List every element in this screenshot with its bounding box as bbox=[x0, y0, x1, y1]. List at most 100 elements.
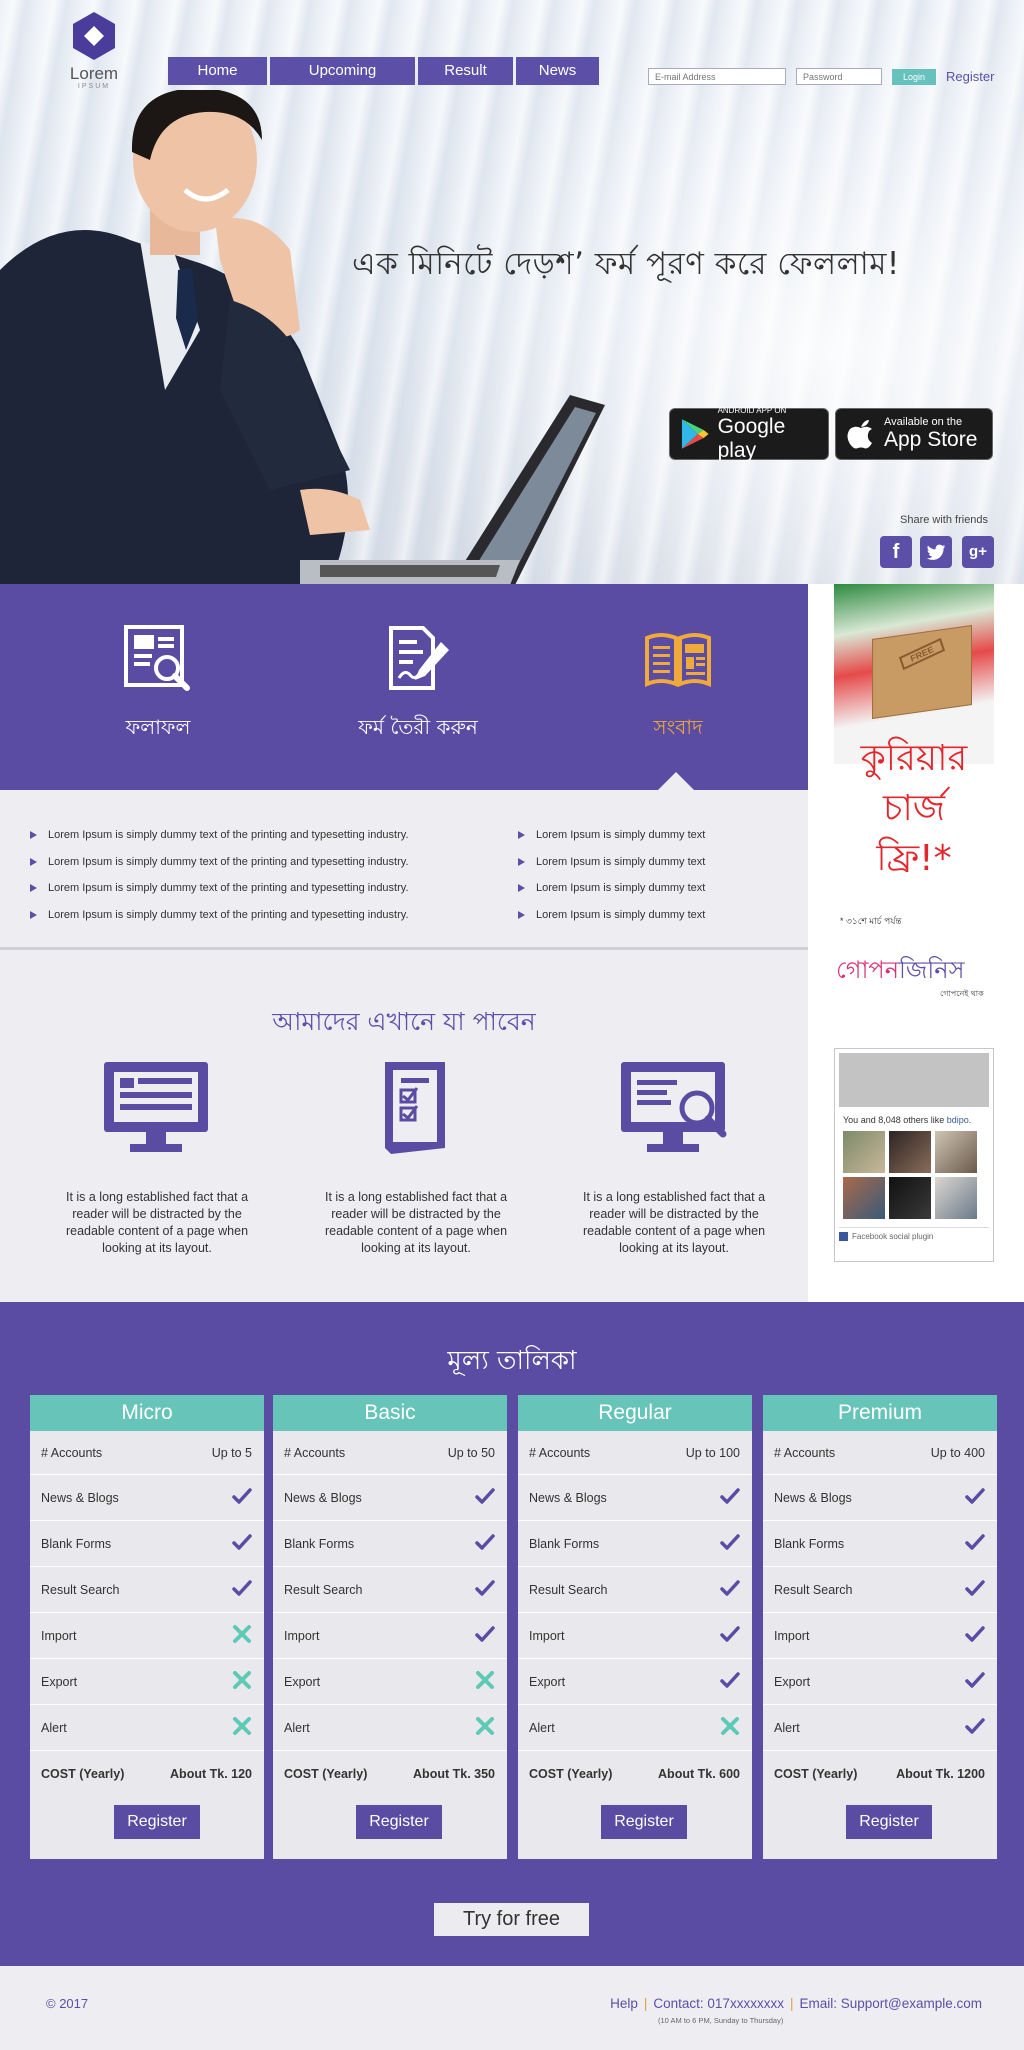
news-item[interactable]: Lorem Ipsum is simply dummy text bbox=[518, 822, 705, 849]
news-item[interactable]: Lorem Ipsum is simply dummy text bbox=[518, 849, 705, 876]
result-search-icon bbox=[124, 625, 190, 691]
bullet-triangle-icon bbox=[518, 884, 525, 893]
fan-avatar[interactable] bbox=[843, 1131, 885, 1173]
password-input[interactable] bbox=[796, 68, 882, 85]
twitter-icon[interactable] bbox=[920, 536, 952, 568]
row-label: Import bbox=[774, 1628, 810, 1643]
cross-icon bbox=[475, 1670, 495, 1693]
twitter-bird-icon bbox=[926, 544, 946, 560]
google-play-big-text: Google play bbox=[717, 414, 786, 462]
check-icon bbox=[475, 1532, 495, 1555]
row-label: Export bbox=[284, 1674, 321, 1689]
bullet-triangle-icon bbox=[518, 857, 525, 866]
plan-row-accounts: # Accounts Up to 400 bbox=[763, 1431, 997, 1475]
plan-register-button[interactable]: Register bbox=[356, 1805, 442, 1839]
news-item[interactable]: Lorem Ipsum is simply dummy text of the … bbox=[30, 902, 409, 929]
footer: © 2017 Help | Contact: 017xxxxxxxx | Email: … bbox=[0, 1966, 1024, 2050]
check-icon bbox=[720, 1486, 740, 1509]
check-icon bbox=[965, 1532, 985, 1555]
offer-item: It is a long established fact that a rea… bbox=[57, 1060, 257, 1257]
features-band: ফলাফল ফর্ম তৈরী করুন সংবাদ bbox=[0, 584, 808, 790]
row-label: Export bbox=[529, 1674, 566, 1689]
plan-row-feature: Blank Forms bbox=[273, 1521, 507, 1567]
plan-register-button[interactable]: Register bbox=[114, 1805, 200, 1839]
news-item[interactable]: Lorem Ipsum is simply dummy text of the … bbox=[30, 849, 409, 876]
plan-register-button[interactable]: Register bbox=[601, 1805, 687, 1839]
plan-name: Premium bbox=[763, 1395, 997, 1431]
plan-row-feature: Result Search bbox=[763, 1567, 997, 1613]
facebook-icon[interactable]: f bbox=[880, 536, 912, 568]
check-icon bbox=[720, 1532, 740, 1555]
offer-item-text: It is a long established fact that a rea… bbox=[65, 1190, 249, 1255]
check-icon bbox=[965, 1624, 985, 1647]
register-link[interactable]: Register bbox=[946, 69, 994, 84]
checklist-document-icon bbox=[385, 1062, 445, 1154]
row-value: Up to 5 bbox=[211, 1445, 252, 1460]
plan-row-cost: COST (Yearly) About Tk. 1200 bbox=[763, 1751, 997, 1797]
facebook-cover-image bbox=[839, 1053, 989, 1107]
courier-ad-banner[interactable]: FREE কুরিয়ার চার্জ ফ্রি!* * ৩১শে মার্চ … bbox=[834, 584, 994, 940]
feature-result[interactable]: ফলাফল bbox=[58, 624, 258, 746]
news-item[interactable]: Lorem Ipsum is simply dummy text bbox=[518, 902, 705, 929]
offer-section: আমাদের এখানে যা পাবেন It is a long estab… bbox=[0, 950, 808, 1302]
row-label: # Accounts bbox=[41, 1445, 103, 1460]
row-label: # Accounts bbox=[529, 1445, 591, 1460]
email-input[interactable] bbox=[648, 68, 786, 85]
google-plus-icon[interactable]: g+ bbox=[962, 536, 994, 568]
news-item[interactable]: Lorem Ipsum is simply dummy text of the … bbox=[30, 875, 409, 902]
check-icon bbox=[475, 1486, 495, 1509]
facebook-like-box: You and 8,048 others like bdipo. Faceboo… bbox=[834, 1048, 994, 1262]
site-logo[interactable]: Lorem IPSUM bbox=[64, 12, 124, 92]
feature-create-form-label: ফর্ম তৈরী করুন bbox=[358, 715, 478, 739]
nav-upcoming[interactable]: Upcoming bbox=[270, 57, 415, 85]
row-label: Result Search bbox=[529, 1582, 608, 1597]
plan-row-feature: Export bbox=[273, 1659, 507, 1705]
email-link[interactable]: Email: Support@example.com bbox=[799, 1996, 982, 2011]
nav-news[interactable]: News bbox=[516, 57, 599, 85]
news-item[interactable]: Lorem Ipsum is simply dummy text of the … bbox=[30, 822, 409, 849]
facebook-page-link[interactable]: bdipo. bbox=[947, 1115, 972, 1125]
fan-avatar[interactable] bbox=[935, 1177, 977, 1219]
news-column-right: Lorem Ipsum is simply dummy text Lorem I… bbox=[518, 822, 705, 928]
brand-logo-gopon-jinish[interactable]: গোপনজিনিস গোপনেই থাক bbox=[836, 952, 996, 1002]
pricing-section: মূল্য তালিকা Micro # Accounts Up to 5 News … bbox=[0, 1302, 1024, 1966]
plan-row-feature: Alert bbox=[30, 1705, 264, 1751]
plan-row-feature: News & Blogs bbox=[763, 1475, 997, 1521]
ad-footnote: * ৩১শে মার্চ পর্যন্ত bbox=[840, 916, 902, 926]
feature-news[interactable]: সংবাদ bbox=[578, 624, 778, 746]
app-store-badge[interactable]: Available on the App Store bbox=[835, 408, 993, 460]
fan-avatar[interactable] bbox=[889, 1131, 931, 1173]
plan-row-feature: Import bbox=[763, 1613, 997, 1659]
nav-home[interactable]: Home bbox=[168, 57, 267, 85]
support-hours: (10 AM to 6 PM, Sunday to Thursday) bbox=[658, 2016, 784, 2025]
logo-hexagon-icon bbox=[73, 12, 115, 60]
login-form: Login Register bbox=[648, 68, 994, 85]
google-play-badge[interactable]: ANDROID APP ON Google play bbox=[669, 405, 829, 462]
plugin-label: Facebook social plugin bbox=[852, 1232, 934, 1241]
logo-name: Lorem bbox=[69, 64, 119, 83]
offer-item: It is a long established fact that a rea… bbox=[316, 1060, 516, 1257]
try-for-free-button[interactable]: Try for free bbox=[434, 1903, 589, 1936]
fan-avatar[interactable] bbox=[889, 1177, 931, 1219]
row-label: Result Search bbox=[774, 1582, 853, 1597]
contact-link[interactable]: Contact: 017xxxxxxxx bbox=[653, 1996, 784, 2011]
plan-row-cost: COST (Yearly) About Tk. 350 bbox=[273, 1751, 507, 1797]
check-icon bbox=[965, 1716, 985, 1739]
nav-result[interactable]: Result bbox=[418, 57, 513, 85]
google-play-small-text: ANDROID APP ON bbox=[717, 405, 787, 415]
brand-tagline: গোপনেই থাক bbox=[940, 989, 984, 998]
feature-create-form[interactable]: ফর্ম তৈরী করুন bbox=[318, 624, 518, 746]
check-icon bbox=[720, 1578, 740, 1601]
share-label: Share with friends bbox=[900, 514, 989, 526]
login-button[interactable]: Login bbox=[892, 68, 936, 85]
check-icon bbox=[232, 1532, 252, 1555]
cross-icon bbox=[232, 1716, 252, 1739]
fan-avatar[interactable] bbox=[935, 1131, 977, 1173]
plan-register-button[interactable]: Register bbox=[846, 1805, 932, 1839]
form-edit-icon bbox=[389, 626, 449, 690]
ad-line-1: কুরিয়ার bbox=[860, 738, 968, 779]
fan-avatar[interactable] bbox=[843, 1177, 885, 1219]
pricing-plan-basic: Basic # Accounts Up to 50 News & Blogs Blank… bbox=[273, 1395, 507, 1859]
help-link[interactable]: Help bbox=[610, 1996, 638, 2011]
news-item[interactable]: Lorem Ipsum is simply dummy text bbox=[518, 875, 705, 902]
